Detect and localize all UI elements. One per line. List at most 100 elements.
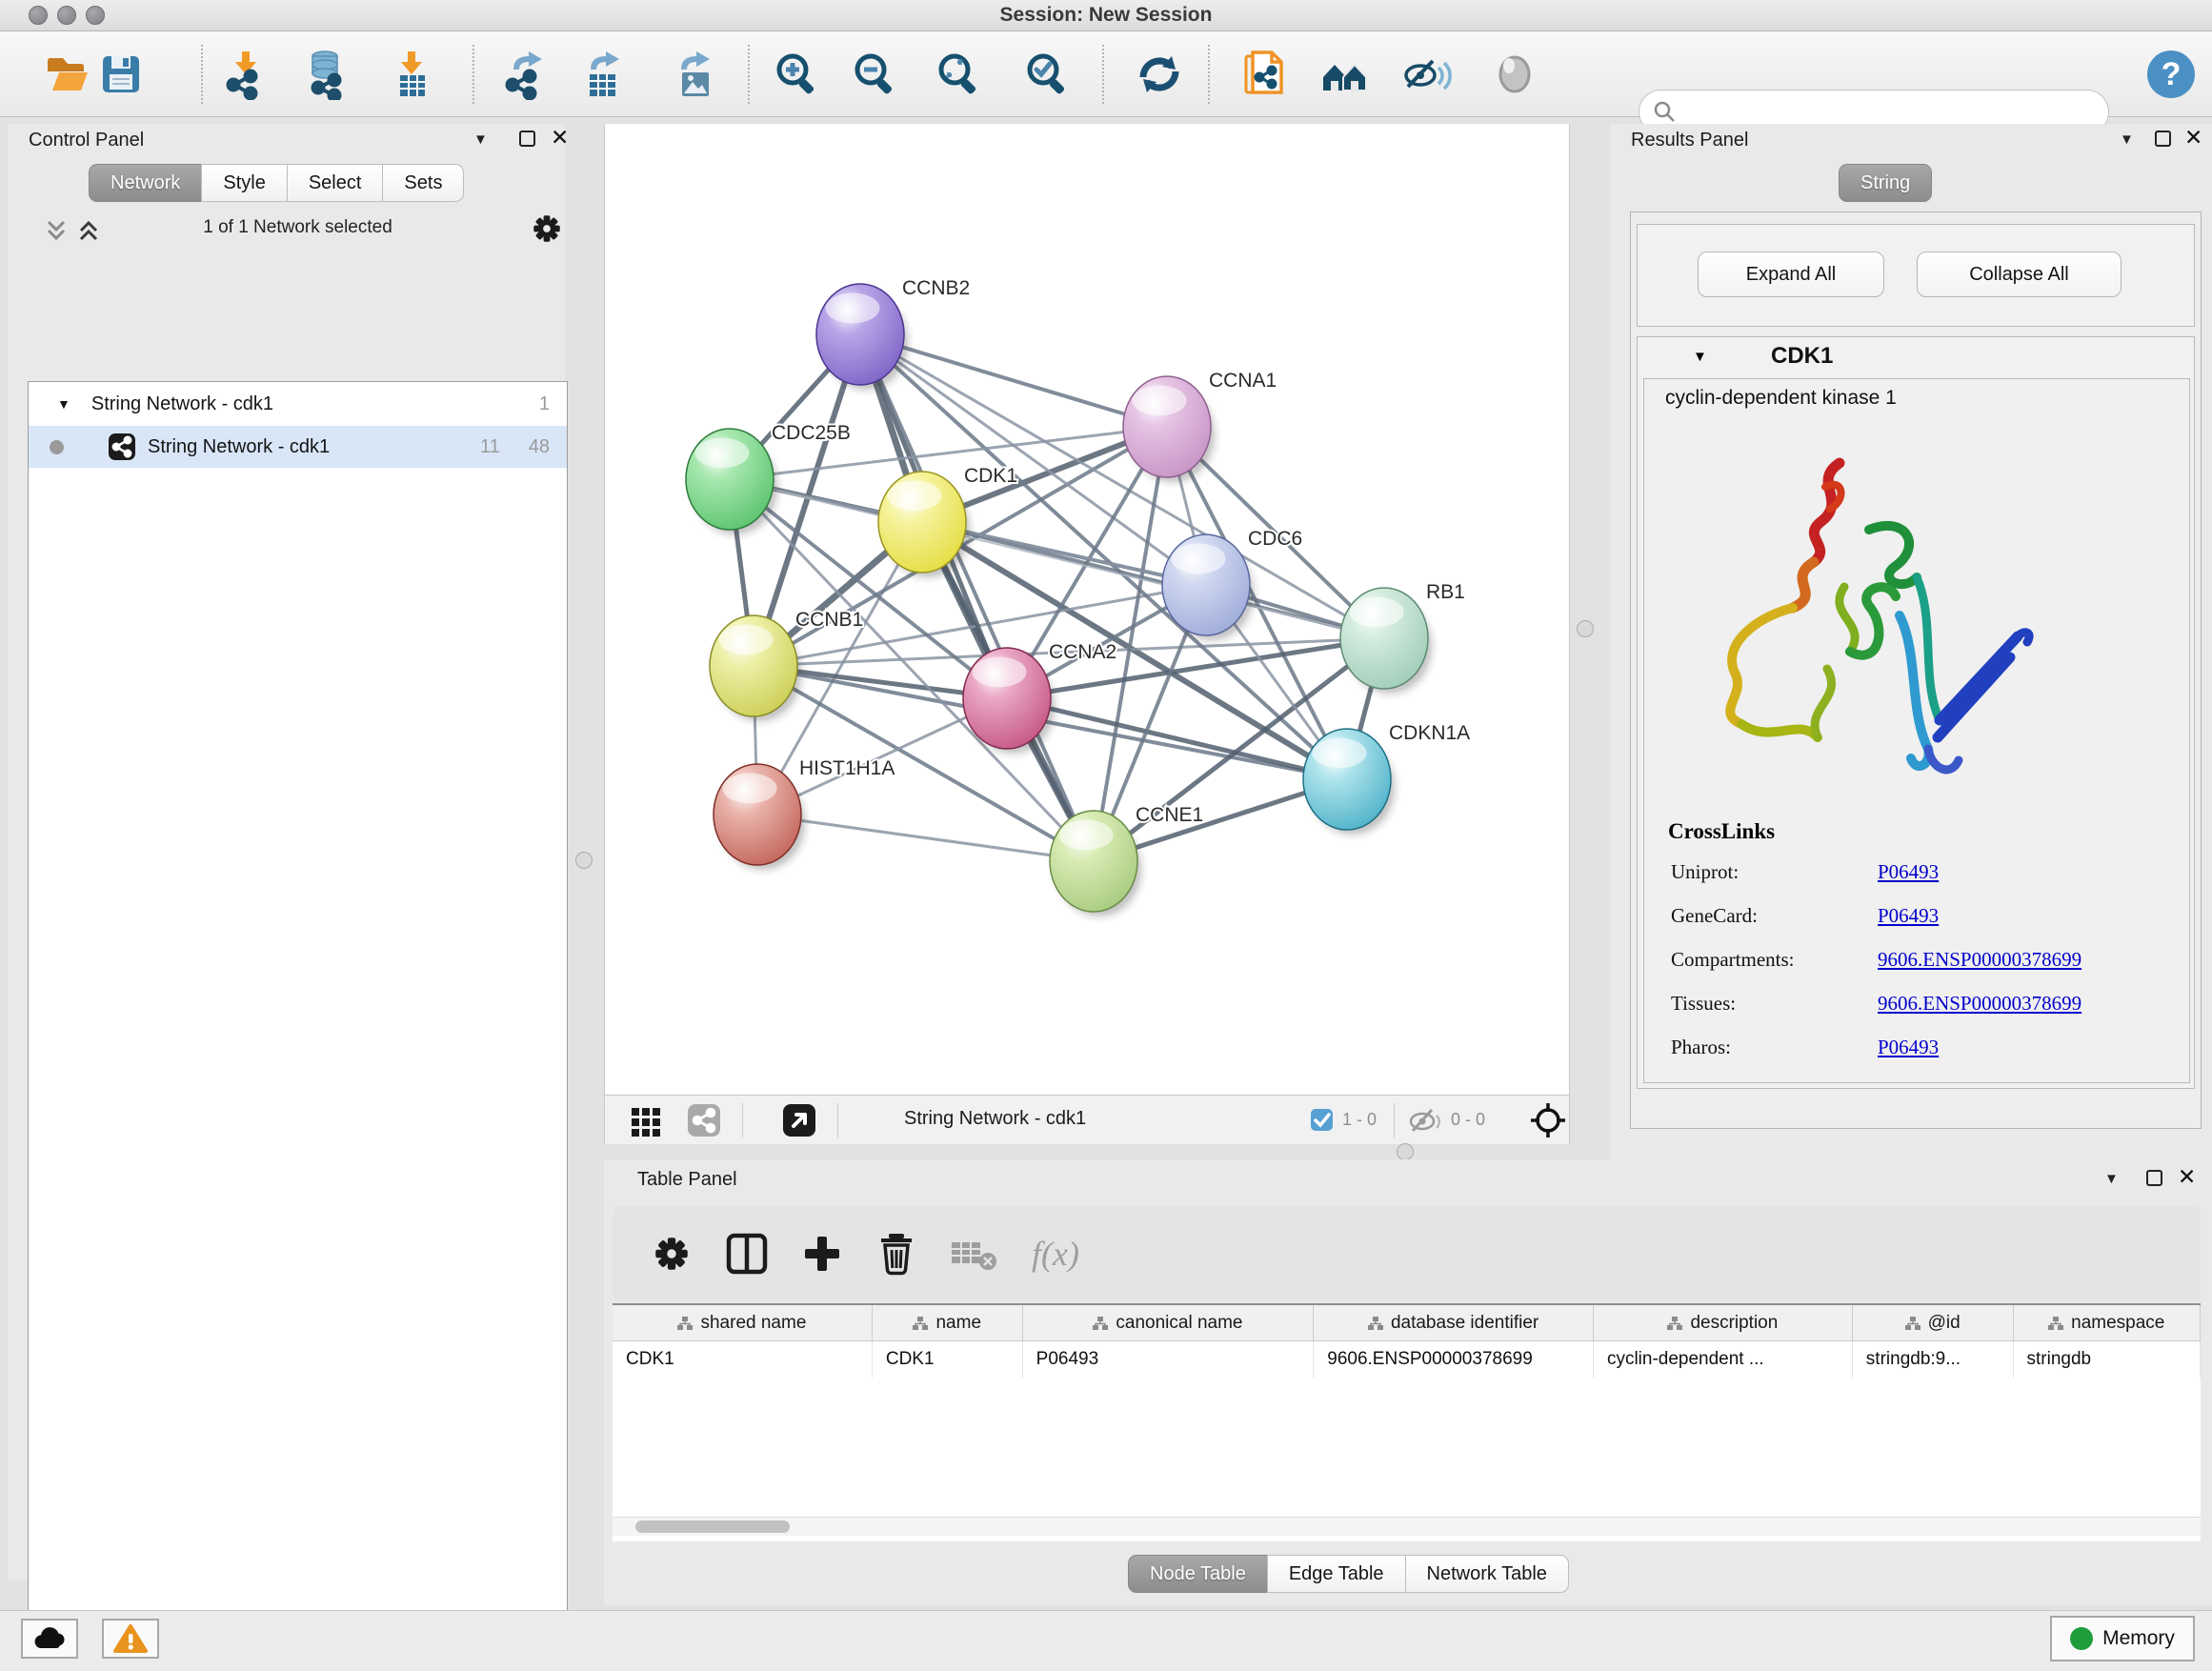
import-network-from-database-icon[interactable] <box>297 44 358 105</box>
string-network-graph[interactable]: CCNB2CCNA1CDC25BCDK1CDC6RB1CCNB1CCNA2CDK… <box>605 124 1569 1093</box>
close-panel-icon[interactable]: ✕ <box>551 130 569 146</box>
network-node-CCNA2[interactable]: CCNA2 <box>963 641 1116 754</box>
tab-edge-table[interactable]: Edge Table <box>1267 1555 1406 1593</box>
column-header-description[interactable]: description <box>1594 1305 1853 1340</box>
network-row[interactable]: String Network - cdk1 11 48 <box>29 426 567 468</box>
tab-string[interactable]: String <box>1839 164 1932 202</box>
node-table[interactable]: shared namenamecanonical namedatabase id… <box>613 1303 2201 1541</box>
import-network-icon[interactable] <box>216 44 277 105</box>
tab-sets[interactable]: Sets <box>382 164 464 202</box>
right-splitter-handle[interactable] <box>1577 620 1594 637</box>
search-input[interactable] <box>1678 102 2078 123</box>
network-collection-row[interactable]: ▼ String Network - cdk1 1 <box>29 382 567 426</box>
collapse-panel-icon[interactable]: ▼ <box>2104 1171 2119 1187</box>
network-node-CDKN1A[interactable]: CDKN1A <box>1303 722 1470 835</box>
column-header-database-identifier[interactable]: database identifier <box>1314 1305 1594 1340</box>
collection-expander-icon[interactable]: ▼ <box>57 396 70 412</box>
collapse-panel-icon[interactable]: ▼ <box>473 131 488 148</box>
title-bar: Session: New Session <box>0 0 2212 31</box>
horizontal-splitter-handle[interactable] <box>1397 1143 1414 1160</box>
show-columns-icon[interactable] <box>725 1232 769 1276</box>
scrollbar-thumb[interactable] <box>635 1520 790 1533</box>
crosslink-link[interactable]: 9606.ENSP00000378699 <box>1878 992 2081 1036</box>
zoom-selected-icon[interactable] <box>1017 44 1078 105</box>
home-icon[interactable] <box>1316 44 1377 105</box>
main-toolbar: ? <box>0 31 2212 117</box>
network-options-gear-icon[interactable] <box>530 211 564 246</box>
toolbar-separator <box>837 1103 838 1137</box>
protein-expander-icon[interactable]: ▼ <box>1693 349 1707 365</box>
export-network-icon[interactable] <box>495 44 556 105</box>
delete-column-icon[interactable] <box>875 1231 917 1277</box>
help-icon[interactable]: ? <box>2141 44 2202 105</box>
network-node-CCNE1[interactable]: CCNE1 <box>1050 804 1203 916</box>
tab-select[interactable]: Select <box>287 164 384 202</box>
import-table-icon[interactable] <box>382 44 443 105</box>
network-edge-count: 48 <box>529 436 550 458</box>
table-cell: CDK1 <box>613 1341 873 1378</box>
close-panel-icon[interactable]: ✕ <box>2184 130 2202 146</box>
tab-node-table[interactable]: Node Table <box>1128 1555 1268 1593</box>
expand-all-button[interactable]: Expand All <box>1698 252 1884 297</box>
crosslink-label: GeneCard: <box>1671 904 1878 948</box>
column-header--id[interactable]: @id <box>1853 1305 2014 1340</box>
zoom-in-icon[interactable] <box>767 44 828 105</box>
protein-structure-image[interactable] <box>1682 434 2054 815</box>
selected-checkbox-icon[interactable] <box>1310 1108 1334 1132</box>
network-node-HIST1H1A[interactable]: HIST1H1A <box>714 757 895 870</box>
hide-selected-icon[interactable] <box>1397 44 1458 105</box>
birdseye-crosshair-icon[interactable] <box>1529 1101 1567 1139</box>
column-header-canonical-name[interactable]: canonical name <box>1023 1305 1315 1340</box>
grid-view-icon[interactable] <box>630 1104 662 1137</box>
network-overview-share-icon[interactable] <box>687 1103 721 1137</box>
function-builder-icon: f(x) <box>1032 1234 1079 1274</box>
crosslink-link[interactable]: P06493 <box>1878 904 1939 948</box>
collapse-panel-icon[interactable]: ▼ <box>2120 131 2134 148</box>
column-header-namespace[interactable]: namespace <box>2014 1305 2201 1340</box>
memory-button[interactable]: Memory <box>2050 1616 2195 1661</box>
warning-status-button[interactable] <box>102 1619 159 1659</box>
tab-style[interactable]: Style <box>201 164 287 202</box>
collapse-all-button[interactable]: Collapse All <box>1917 252 2122 297</box>
network-canvas[interactable]: CCNB2CCNA1CDC25BCDK1CDC6RB1CCNB1CCNA2CDK… <box>604 124 1570 1095</box>
table-row[interactable]: CDK1CDK1P064939606.ENSP00000378699cyclin… <box>613 1341 2201 1378</box>
network-node-CDK1[interactable]: CDK1 <box>878 465 1017 577</box>
column-header-shared-name[interactable]: shared name <box>613 1305 873 1340</box>
network-node-RB1[interactable]: RB1 <box>1340 581 1465 694</box>
save-session-icon[interactable] <box>90 44 151 105</box>
node-label-CCNB2: CCNB2 <box>902 277 970 299</box>
table-header-row: shared namenamecanonical namedatabase id… <box>613 1305 2201 1341</box>
column-header-name[interactable]: name <box>873 1305 1023 1340</box>
crosslinks-title: CrossLinks <box>1668 819 1775 844</box>
apply-layout-icon[interactable] <box>1129 44 1190 105</box>
hidden-eye-icon[interactable] <box>1407 1105 1445 1136</box>
show-all-icon[interactable] <box>1485 44 1546 105</box>
graphics-details-icon[interactable] <box>782 1103 816 1137</box>
tab-network[interactable]: Network <box>89 164 202 202</box>
cloud-status-button[interactable] <box>21 1619 78 1659</box>
export-table-icon[interactable] <box>573 44 633 105</box>
table-horizontal-scrollbar[interactable] <box>613 1517 2201 1536</box>
tab-network-table[interactable]: Network Table <box>1405 1555 1569 1593</box>
add-column-icon[interactable] <box>801 1233 843 1275</box>
zoom-fit-icon[interactable] <box>929 44 990 105</box>
float-panel-icon[interactable] <box>519 131 535 147</box>
expand-collapse-box: Expand All Collapse All <box>1637 224 2195 327</box>
close-panel-icon[interactable]: ✕ <box>2178 1169 2196 1185</box>
protein-section: ▼ CDK1 cyclin-dependent kinase 1 <box>1637 336 2195 1089</box>
left-splitter-handle[interactable] <box>575 852 593 869</box>
zoom-out-icon[interactable] <box>845 44 906 105</box>
float-panel-icon[interactable] <box>2155 131 2171 147</box>
table-settings-gear-icon[interactable] <box>651 1233 693 1275</box>
crosslink-link[interactable]: P06493 <box>1878 860 1939 904</box>
network-node-CDC6[interactable]: CDC6 <box>1162 528 1302 640</box>
share-document-icon[interactable] <box>1235 44 1296 105</box>
open-session-icon[interactable] <box>36 44 97 105</box>
network-node-CCNB2[interactable]: CCNB2 <box>816 277 970 390</box>
export-image-icon[interactable] <box>665 44 726 105</box>
network-node-CCNA1[interactable]: CCNA1 <box>1123 370 1277 482</box>
crosslink-link[interactable]: 9606.ENSP00000378699 <box>1878 948 2081 992</box>
crosslink-link[interactable]: P06493 <box>1878 1036 1939 1079</box>
float-panel-icon[interactable] <box>2146 1170 2162 1186</box>
column-type-icon <box>1905 1316 1920 1331</box>
